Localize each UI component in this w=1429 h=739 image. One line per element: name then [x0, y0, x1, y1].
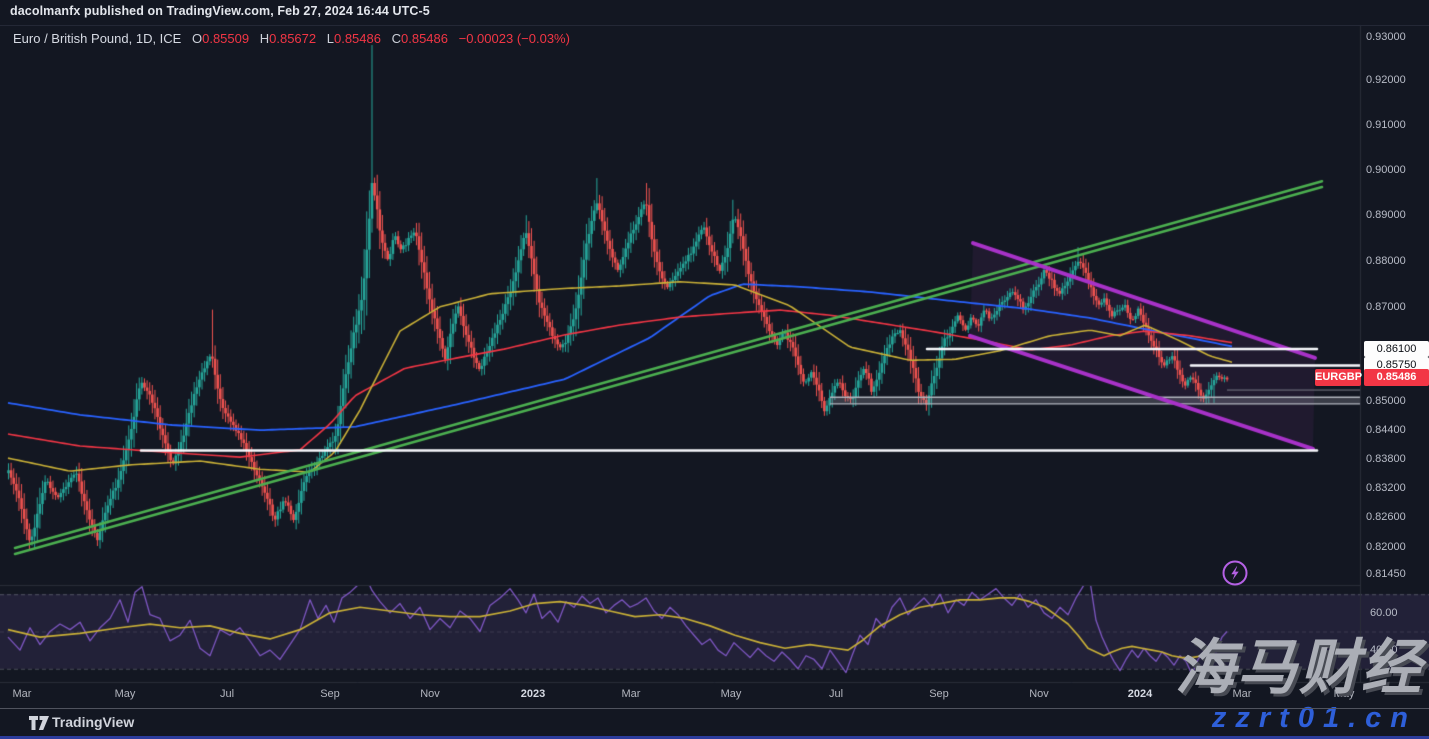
- last-price-label: 0.85486: [1364, 369, 1429, 386]
- time-axis-tick: May: [115, 688, 136, 700]
- topbar-divider: [0, 25, 1429, 26]
- bottombar-divider: [0, 708, 1429, 709]
- watermark-cjk: 海马财经: [1175, 636, 1423, 699]
- time-axis-tick: Jul: [829, 688, 843, 700]
- time-axis-tick: Mar: [13, 688, 32, 700]
- price-axis-tick: 0.92000: [1366, 74, 1426, 86]
- time-axis-tick: Jul: [220, 688, 234, 700]
- price-axis-tick: 0.84400: [1366, 424, 1426, 436]
- time-axis-tick: Nov: [420, 688, 440, 700]
- price-axis-tick: 0.83200: [1366, 482, 1426, 494]
- high-value: 0.85672: [269, 31, 316, 46]
- price-axis-tick: 0.82600: [1366, 511, 1426, 523]
- indicator-axis-tick: 60.00: [1370, 607, 1426, 619]
- time-axis-tick: 2023: [521, 688, 545, 700]
- boost-lightning-icon[interactable]: [1221, 559, 1249, 592]
- low-label: L: [327, 31, 334, 46]
- change-value: −0.00023 (−0.03%): [459, 31, 570, 46]
- time-axis-tick: Sep: [320, 688, 340, 700]
- tradingview-logo-icon[interactable]: [29, 716, 49, 735]
- price-axis-tick: 0.82000: [1366, 541, 1426, 553]
- price-axis-tick: 0.87000: [1366, 301, 1426, 313]
- time-axis-tick: Nov: [1029, 688, 1049, 700]
- time-axis-tick: May: [721, 688, 742, 700]
- price-axis-tick: 0.83800: [1366, 453, 1426, 465]
- price-axis-tick: 0.81450: [1366, 568, 1426, 580]
- low-value: 0.85486: [334, 31, 381, 46]
- close-value: 0.85486: [401, 31, 448, 46]
- open-label: O: [192, 31, 202, 46]
- symbol-legend[interactable]: Euro / British Pound, 1D, ICE O0.85509 H…: [13, 31, 570, 46]
- time-axis-tick: 2024: [1128, 688, 1152, 700]
- price-axis-tick: 0.91000: [1366, 119, 1426, 131]
- price-axis-tick: 0.85000: [1366, 395, 1426, 407]
- high-label: H: [260, 31, 269, 46]
- tradingview-chart-window: { "top_bar": { "text": "dacolmanfx publi…: [0, 0, 1429, 739]
- open-value: 0.85509: [202, 31, 249, 46]
- level-price-label: 0.86100: [1364, 341, 1429, 357]
- symbol-price-tag: EURGBP: [1315, 369, 1361, 386]
- price-axis-tick: 0.90000: [1366, 164, 1426, 176]
- symbol-title: Euro / British Pound, 1D, ICE: [13, 31, 181, 46]
- chart-canvas[interactable]: [0, 0, 1429, 739]
- price-axis-tick: 0.88000: [1366, 255, 1426, 267]
- price-axis-tick: 0.93000: [1366, 31, 1426, 43]
- price-axis-tick: 0.89000: [1366, 209, 1426, 221]
- time-axis-tick: Mar: [622, 688, 641, 700]
- time-axis-tick: Sep: [929, 688, 949, 700]
- watermark-url: zzrt01.cn: [1212, 702, 1417, 735]
- tradingview-brand[interactable]: TradingView: [52, 714, 134, 730]
- close-label: C: [392, 31, 401, 46]
- publish-info: dacolmanfx published on TradingView.com,…: [10, 4, 430, 18]
